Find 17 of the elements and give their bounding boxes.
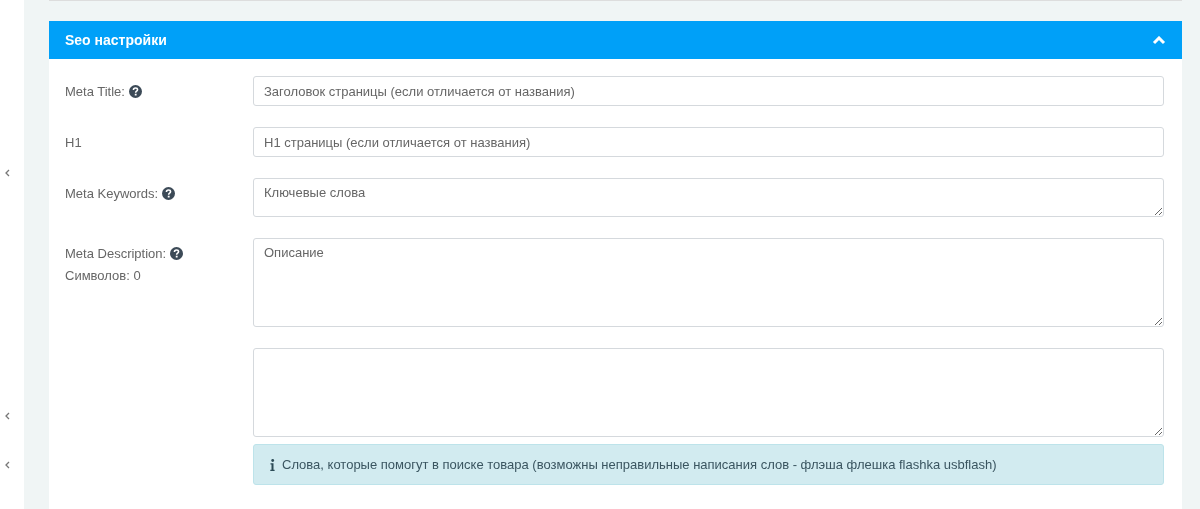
field-label: Meta Description:: [65, 246, 167, 261]
field-label: Meta Title:: [65, 84, 125, 99]
textarea-field[interactable]: Описание: [253, 238, 1164, 327]
textarea-field[interactable]: [253, 348, 1164, 437]
chevron-icon[interactable]: [1152, 35, 1166, 45]
info-icon: [270, 458, 275, 471]
panel-title: Seo настройки: [65, 32, 167, 48]
field-label: H1: [65, 135, 82, 150]
chevron-left-icon[interactable]: [4, 169, 10, 177]
input-field[interactable]: H1 страницы (если отличается от названия): [253, 127, 1164, 157]
chevron-left-icon[interactable]: [4, 461, 10, 469]
character-counter: Символов: 0: [65, 268, 142, 283]
input-field[interactable]: Заголовок страницы (если отличается от названия): [253, 76, 1164, 106]
textarea-field[interactable]: Ключевые слова: [253, 178, 1164, 217]
chevron-left-icon[interactable]: [4, 412, 10, 420]
hint-text: Слова, которые помогут в поиске товара (возможны неправильные написания слов - флэша флешка flashka usbflash): [282, 457, 997, 472]
field-label: Meta Keywords:: [65, 186, 159, 201]
